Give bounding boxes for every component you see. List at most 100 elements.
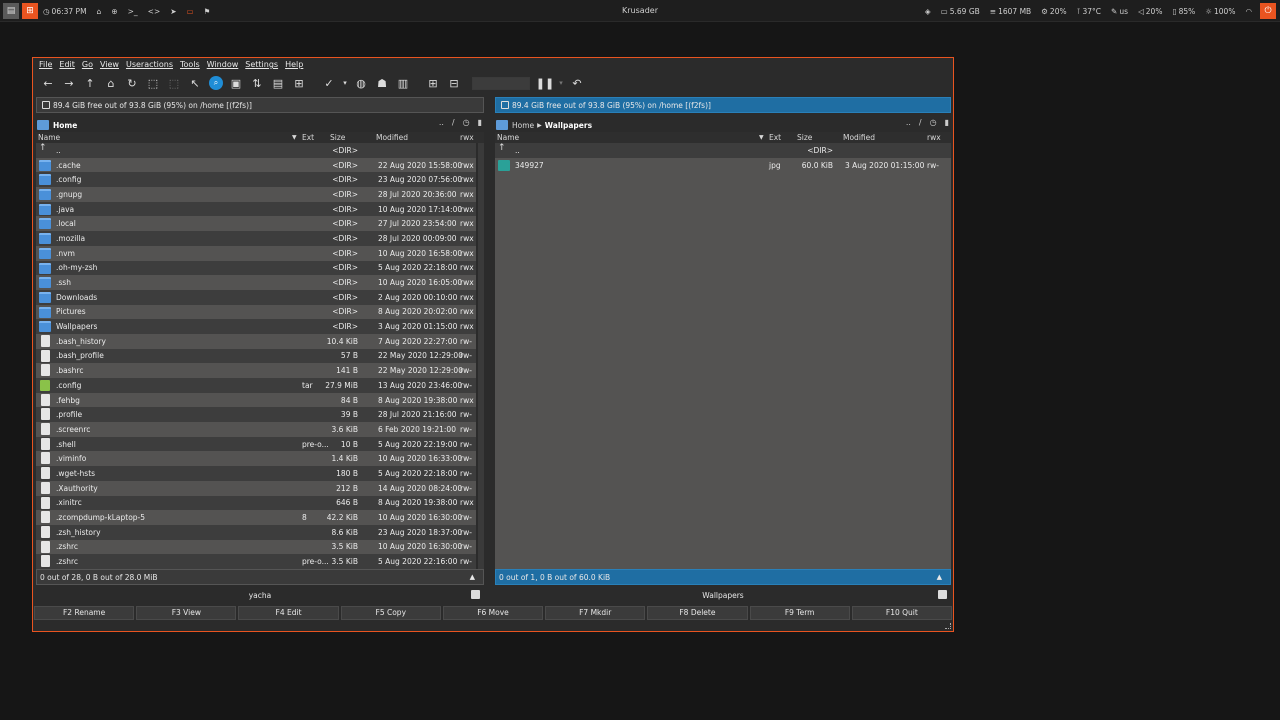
- terminal-icon[interactable]: [938, 590, 947, 599]
- f5-copy-button[interactable]: F5 Copy: [340, 606, 441, 620]
- undo-icon[interactable]: ↶: [568, 74, 586, 92]
- toolbar-input[interactable]: [472, 76, 530, 90]
- new-file-icon[interactable]: ▣: [227, 74, 245, 92]
- bookmark-icon[interactable]: ▮: [478, 118, 482, 127]
- check-icon[interactable]: ✓: [320, 74, 338, 92]
- file-row[interactable]: .profile 39 B 28 Jul 2020 21:16:00 rw-: [36, 407, 476, 423]
- file-row[interactable]: .wget-hsts 180 B 5 Aug 2020 22:18:00 rw-: [36, 466, 476, 481]
- file-row[interactable]: ↑.. <DIR>: [495, 143, 951, 158]
- network-icon[interactable]: ◍: [352, 74, 370, 92]
- menu-go[interactable]: Go: [82, 60, 93, 69]
- archive-icon[interactable]: ▤: [269, 74, 287, 92]
- history-icon[interactable]: ◷: [930, 118, 937, 127]
- file-row[interactable]: Wallpapers <DIR> 3 Aug 2020 01:15:00 rwx: [36, 319, 476, 334]
- command-line[interactable]: Wallpapers: [495, 588, 951, 602]
- file-row[interactable]: .oh-my-zsh <DIR> 5 Aug 2020 22:18:00 rwx: [36, 260, 476, 276]
- chevron-up-icon[interactable]: ▲: [470, 573, 475, 581]
- f3-view-button[interactable]: F3 View: [136, 606, 237, 620]
- pointer-icon[interactable]: ↖: [186, 74, 204, 92]
- select-all-icon[interactable]: ⬚: [144, 74, 162, 92]
- f4-edit-button[interactable]: F4 Edit: [238, 606, 339, 620]
- menu-file[interactable]: File: [39, 60, 52, 69]
- file-row[interactable]: .ssh <DIR> 10 Aug 2020 16:05:00 rwx: [36, 275, 476, 290]
- header-name[interactable]: Name: [497, 133, 519, 142]
- file-row[interactable]: .shell pre-o... 10 B 5 Aug 2020 22:19:00 rw-: [36, 436, 476, 452]
- header-permissions[interactable]: rwx: [927, 133, 941, 142]
- breadcrumb-home[interactable]: Home: [512, 121, 534, 130]
- menu-view[interactable]: View: [100, 60, 119, 69]
- file-row[interactable]: .config tar 27.9 MiB 13 Aug 2020 23:46:00 rw…: [36, 378, 476, 393]
- file-row[interactable]: .bash_history 10.4 KiB 7 Aug 2020 22:27:00…: [36, 333, 476, 349]
- file-row[interactable]: .local <DIR> 27 Jul 2020 23:54:00 rwx: [36, 216, 476, 232]
- header-modified[interactable]: Modified: [376, 133, 408, 142]
- dropdown-icon[interactable]: ▾: [341, 74, 349, 92]
- menu-settings[interactable]: Settings: [245, 60, 278, 69]
- file-row[interactable]: .fehbg 84 B 8 Aug 2020 19:38:00 rwx: [36, 392, 476, 408]
- file-row[interactable]: 349927 jpg 60.0 KiB 3 Aug 2020 01:15:00 rw-: [495, 157, 951, 173]
- f9-term-button[interactable]: F9 Term: [749, 606, 850, 620]
- menu-window[interactable]: Window: [207, 60, 239, 69]
- forward-icon[interactable]: →: [60, 74, 78, 92]
- file-row[interactable]: .config <DIR> 23 Aug 2020 07:56:00 rwx: [36, 172, 476, 188]
- file-row[interactable]: .xinitrc 646 B 8 Aug 2020 19:38:00 rwx: [36, 495, 476, 511]
- trash-icon[interactable]: ▥: [394, 74, 412, 92]
- f7-mkdir-button[interactable]: F7 Mkdir: [545, 606, 646, 620]
- root-dir-button[interactable]: /: [452, 118, 455, 127]
- file-row[interactable]: Downloads <DIR> 2 Aug 2020 00:10:00 rwx: [36, 289, 476, 305]
- menu-tools[interactable]: Tools: [180, 60, 200, 69]
- file-row[interactable]: .java <DIR> 10 Aug 2020 17:14:00 rwx: [36, 201, 476, 217]
- back-icon[interactable]: ←: [39, 74, 57, 92]
- breadcrumb-current[interactable]: Home: [53, 121, 77, 130]
- terminal-icon[interactable]: [471, 590, 480, 599]
- header-size[interactable]: Size: [330, 133, 345, 142]
- header-name[interactable]: Name: [38, 133, 60, 142]
- plus-icon[interactable]: ⊞: [424, 74, 442, 92]
- file-row[interactable]: ↑.. <DIR>: [36, 143, 476, 158]
- home-icon[interactable]: ⌂: [102, 74, 120, 92]
- chevron-up-icon[interactable]: ▲: [937, 573, 942, 581]
- menu-edit[interactable]: Edit: [59, 60, 75, 69]
- disk-info-bar[interactable]: 89.4 GiB free out of 93.8 GiB (95%) on /…: [495, 97, 951, 113]
- scrollbar[interactable]: [478, 143, 484, 569]
- file-row[interactable]: .gnupg <DIR> 28 Jul 2020 20:36:00 rwx: [36, 187, 476, 202]
- volume-widget[interactable]: ◁ 20%: [1138, 7, 1162, 16]
- up-icon[interactable]: ↑: [81, 74, 99, 92]
- f10-quit-button[interactable]: F10 Quit: [851, 606, 952, 620]
- refresh-icon[interactable]: ↻: [123, 74, 141, 92]
- f2-rename-button[interactable]: F2 Rename: [34, 606, 135, 620]
- f6-move-button[interactable]: F6 Move: [442, 606, 544, 620]
- file-row[interactable]: .Xauthority 212 B 14 Aug 2020 08:24:00 rw-: [36, 480, 476, 496]
- f8-delete-button[interactable]: F8 Delete: [647, 606, 748, 620]
- file-row[interactable]: .nvm <DIR> 10 Aug 2020 16:58:00 rwx: [36, 245, 476, 261]
- add-icon[interactable]: ⊞: [290, 74, 308, 92]
- file-row[interactable]: .zcompdump-kLaptop-5 8 42.2 KiB 10 Aug 2020…: [36, 510, 476, 525]
- user-icon[interactable]: ☗: [373, 74, 391, 92]
- minus-icon[interactable]: ⊟: [445, 74, 463, 92]
- file-row[interactable]: .mozilla <DIR> 28 Jul 2020 00:09:00 rwx: [36, 231, 476, 246]
- command-line[interactable]: yacha: [36, 588, 484, 602]
- file-row[interactable]: .zshrc 3.5 KiB 10 Aug 2020 16:30:00 rw-: [36, 539, 476, 555]
- file-row[interactable]: .bashrc 141 B 22 May 2020 12:29:00 rw-: [36, 363, 476, 378]
- file-row[interactable]: .zsh_history 8.6 KiB 23 Aug 2020 18:37:00 r…: [36, 524, 476, 540]
- resize-grip[interactable]: [945, 623, 951, 629]
- power-icon[interactable]: ⏻: [1260, 3, 1276, 19]
- pause-icon[interactable]: ❚❚: [536, 74, 554, 92]
- swap-panels-icon[interactable]: ⇅: [248, 74, 266, 92]
- dropdown-icon[interactable]: ▾: [557, 74, 565, 92]
- header-permissions[interactable]: rwx: [460, 133, 474, 142]
- parent-dir-button[interactable]: ..: [439, 118, 444, 127]
- file-row[interactable]: Pictures <DIR> 8 Aug 2020 20:02:00 rwx: [36, 304, 476, 320]
- bookmark-icon[interactable]: ▮: [945, 118, 949, 127]
- header-size[interactable]: Size: [797, 133, 812, 142]
- file-row[interactable]: .viminfo 1.4 KiB 10 Aug 2020 16:33:00 rw-: [36, 451, 476, 467]
- search-icon[interactable]: ⌕: [209, 76, 223, 90]
- header-ext[interactable]: Ext: [769, 133, 781, 142]
- breadcrumb-current[interactable]: Wallpapers: [545, 121, 592, 130]
- header-ext[interactable]: Ext: [302, 133, 314, 142]
- brightness-widget[interactable]: ☼ 100%: [1205, 7, 1235, 16]
- unselect-icon[interactable]: ⬚: [165, 74, 183, 92]
- menu-useractions[interactable]: Useractions: [126, 60, 173, 69]
- parent-dir-button[interactable]: ..: [906, 118, 911, 127]
- header-modified[interactable]: Modified: [843, 133, 875, 142]
- file-row[interactable]: .zshrc pre-o... 3.5 KiB 5 Aug 2020 22:16:00…: [36, 554, 476, 569]
